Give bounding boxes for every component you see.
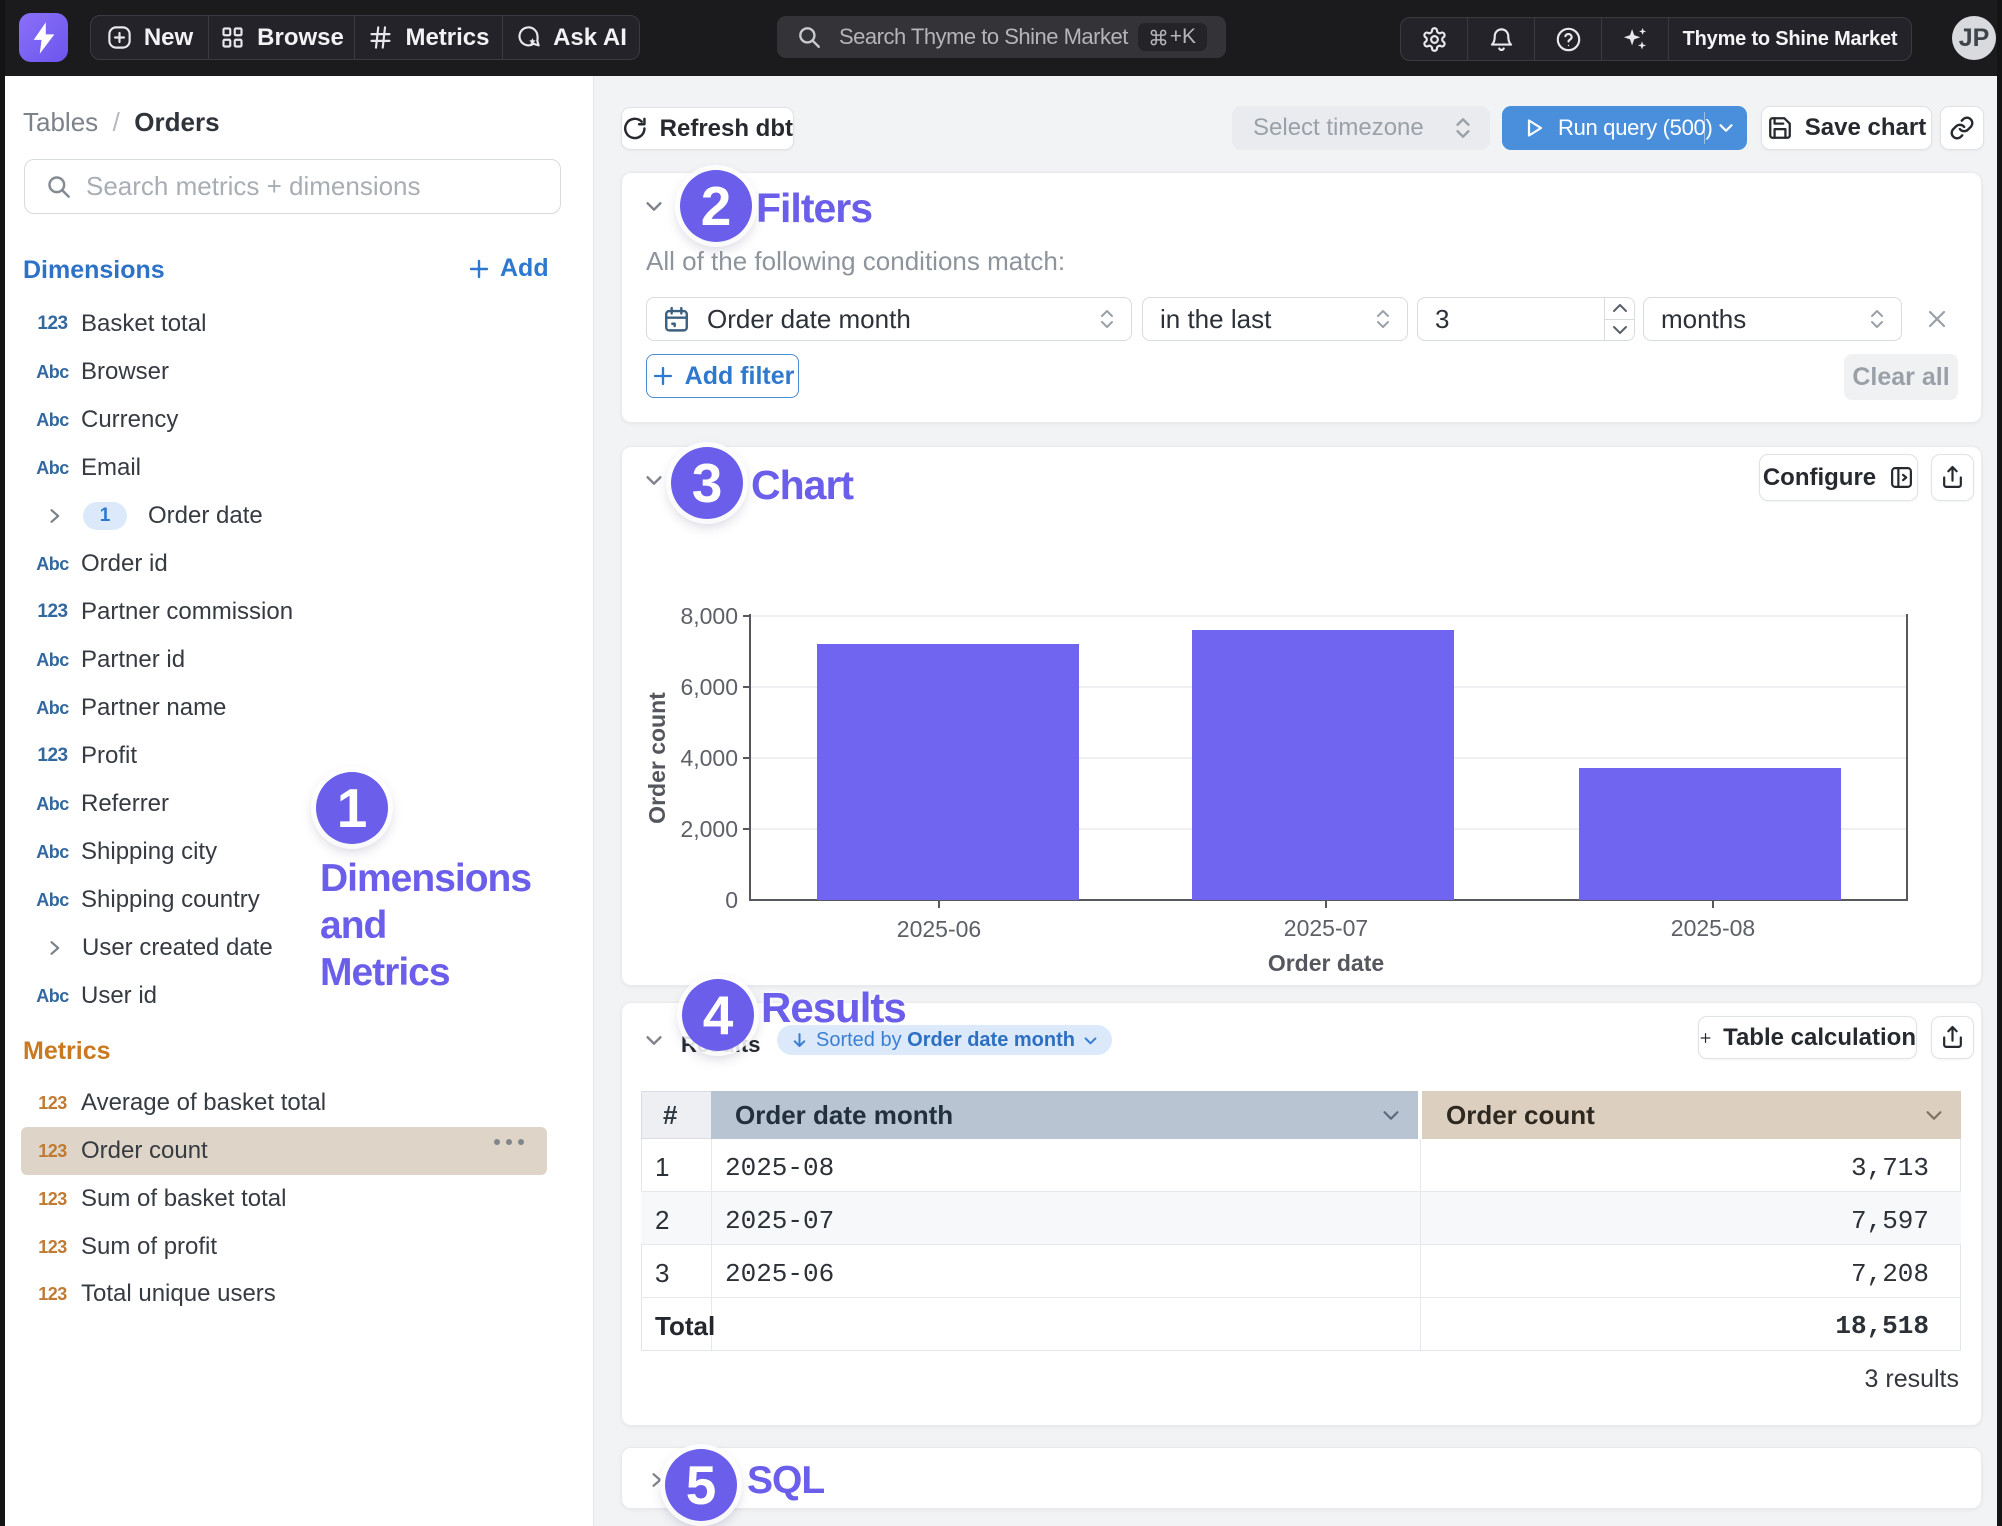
- svg-text:0: 0: [725, 887, 738, 913]
- svg-text:Order count: Order count: [644, 692, 670, 824]
- svg-text:6,000: 6,000: [680, 674, 738, 700]
- svg-text:2025-07: 2025-07: [1284, 915, 1368, 941]
- svg-text:8,000: 8,000: [680, 603, 738, 629]
- svg-text:2,000: 2,000: [680, 816, 738, 842]
- svg-text:2025-06: 2025-06: [897, 916, 981, 942]
- svg-text:2025-08: 2025-08: [1671, 915, 1755, 941]
- svg-text:Order date: Order date: [1268, 950, 1384, 976]
- svg-text:4,000: 4,000: [680, 745, 738, 771]
